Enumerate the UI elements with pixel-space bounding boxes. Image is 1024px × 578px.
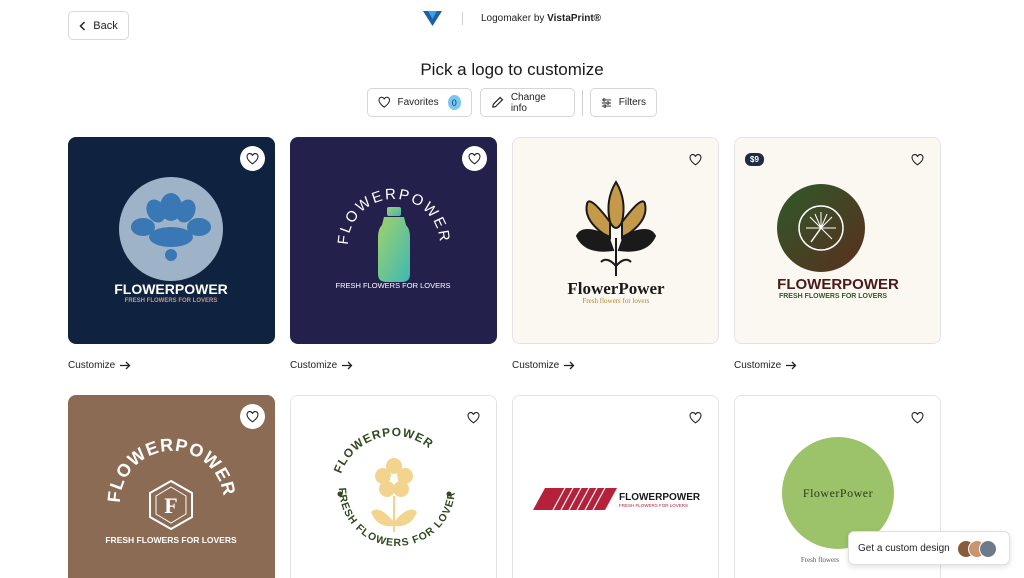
favorites-button[interactable]: Favorites 0 [367,88,472,117]
arrow-right-icon [342,361,353,370]
logo-card-5[interactable]: FLOWERPOWER F FRESH FLOWERS FOR LOVERS [68,395,275,578]
svg-text:F: F [164,493,177,518]
pencil-icon [492,96,504,108]
logo-name-1: FLOWERPOWER [114,281,228,297]
logo-card-4[interactable]: FLOWERPOWER FRESH FLOWERS FOR LOVERS $9 [734,137,941,344]
logo-card-1[interactable]: FLOWERPOWER FRESH FLOWERS FOR LOVERS [68,137,275,344]
avatar [979,540,997,558]
heart-icon [468,152,481,165]
chevron-left-icon [79,20,86,31]
favorite-heart-button[interactable] [905,147,930,172]
logo-name-7: FLOWERPOWER [619,492,701,503]
logo-tagline-7: FRESH FLOWERS FOR LOVERS [619,503,688,508]
heart-icon [689,411,702,424]
logo-card-3[interactable]: FlowerPower Fresh flowers for lovers [512,137,719,344]
heart-icon [246,152,259,165]
logo-tagline-1: FRESH FLOWERS FOR LOVERS [125,298,218,304]
price-badge: $9 [745,153,764,166]
logo-name-3: FlowerPower [567,279,665,298]
customize-link[interactable]: Customize [512,360,575,371]
customize-link[interactable]: Customize [68,360,131,371]
logo-tagline-5: FRESH FLOWERS FOR LOVERS [105,535,237,545]
back-label: Back [93,19,118,32]
page-title: Pick a logo to customize [420,60,604,79]
brand: Logomaker by VistaPrint® [423,9,601,27]
customize-link[interactable]: Customize [734,360,797,371]
back-button[interactable]: Back [68,11,129,40]
filters-label: Filters [618,97,646,108]
heart-icon [689,153,702,166]
heart-icon [911,153,924,166]
customize-link[interactable]: Customize [290,360,353,371]
logo-card-6[interactable]: FLOWERPOWER FRESH FLOWERS FOR LOVERS [290,395,497,578]
change-info-button[interactable]: Change info [480,88,575,117]
favorite-heart-button[interactable] [683,405,708,430]
toolbar: Favorites 0 Change info Filters [367,88,657,117]
heart-icon [246,410,259,423]
change-info-label: Change info [510,91,546,114]
arrow-right-icon [564,361,575,370]
logo-tagline-3: Fresh flowers for lovers [582,297,649,305]
logo-tagline-8: Fresh flowers [801,556,840,564]
sliders-icon [601,97,611,108]
custom-design-button[interactable]: Get a custom design [848,531,1010,565]
logo-tagline-4: FRESH FLOWERS FOR LOVERS [779,293,887,300]
heart-icon [467,411,480,424]
favorite-heart-button[interactable] [683,147,708,172]
favorite-heart-button[interactable] [905,405,930,430]
custom-design-label: Get a custom design [858,542,950,554]
favorite-heart-button[interactable] [462,146,487,171]
favorites-count-badge: 0 [447,95,461,110]
arrow-right-icon [786,361,797,370]
designer-avatars [957,540,999,558]
logo-name-8: FlowerPower [803,486,873,500]
brand-title: Logomaker by VistaPrint® [481,12,602,24]
favorite-heart-button[interactable] [461,405,486,430]
arrow-right-icon [120,361,131,370]
logo-tagline-2: FRESH FLOWERS FOR LOVERS [335,281,450,290]
favorite-heart-button[interactable] [240,146,265,171]
logo-name-4: FLOWERPOWER [777,276,899,293]
filters-button[interactable]: Filters [590,88,657,117]
favorites-label: Favorites [397,97,439,108]
heart-icon [911,411,924,424]
logo-card-7[interactable]: FLOWERPOWER FRESH FLOWERS FOR LOVERS [512,395,719,578]
vistaprint-logo-icon [423,10,442,26]
favorite-heart-button[interactable] [240,404,265,429]
heart-icon [378,96,390,108]
logo-card-2[interactable]: FLOWERPOWER FRESH FLOWERS FOR LOVERS [290,137,497,344]
